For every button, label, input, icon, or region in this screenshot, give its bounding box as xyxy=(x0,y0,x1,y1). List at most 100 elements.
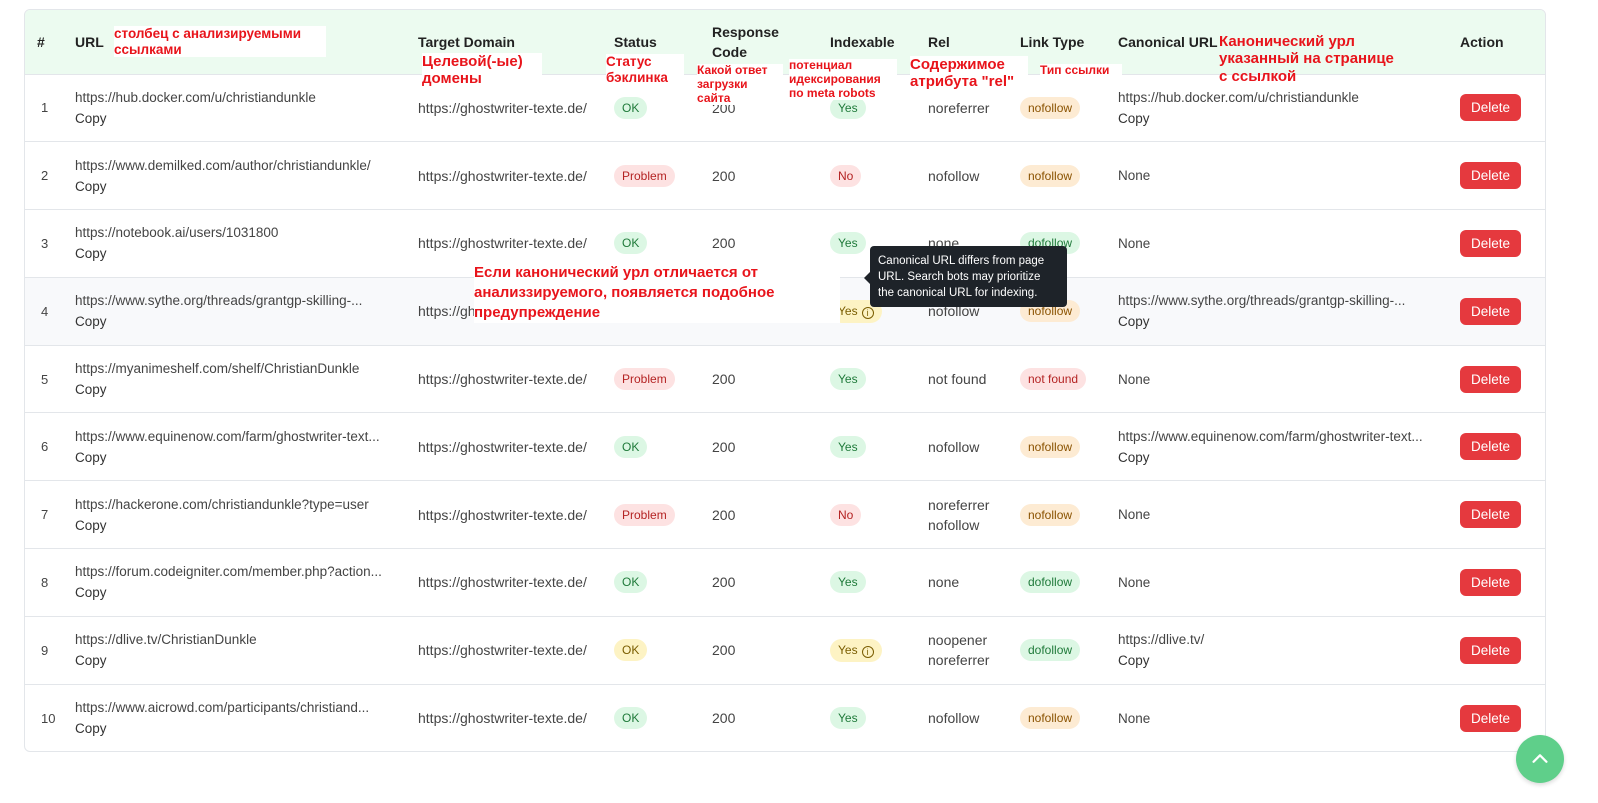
url-cell: https://hackerone.com/christiandunkle?ty… xyxy=(67,481,410,549)
rel-value: noreferrer xyxy=(928,99,990,116)
copy-canonical-button[interactable]: Copy xyxy=(1118,653,1436,668)
copy-url-button[interactable]: Copy xyxy=(75,314,396,329)
url-cell: https://www.demilked.com/author/christia… xyxy=(67,142,410,210)
delete-button[interactable]: Delete xyxy=(1460,568,1522,596)
status-badge: OK xyxy=(614,571,648,594)
delete-button[interactable]: Delete xyxy=(1460,433,1522,461)
annotation-canonical-column: Канонический урл указанный на странице с… xyxy=(1219,33,1394,85)
status-badge: OK xyxy=(614,639,648,662)
indexable-cell: Yes xyxy=(822,549,920,617)
delete-button[interactable]: Delete xyxy=(1460,365,1522,393)
delete-button[interactable]: Delete xyxy=(1460,229,1522,257)
row-number: 6 xyxy=(41,439,49,455)
delete-button[interactable]: Delete xyxy=(1460,636,1522,664)
url-link[interactable]: https://hub.docker.com/u/christiandunkle xyxy=(75,90,396,105)
status-badge: Problem xyxy=(614,503,675,526)
copy-canonical-button[interactable]: Copy xyxy=(1118,111,1436,126)
canonical-url-text: https://hub.docker.com/u/christiandunkle xyxy=(1118,89,1359,105)
indexable-label: Yes xyxy=(838,711,858,726)
link-type-cell: nofollow xyxy=(1012,413,1110,481)
target-domain-cell: https://ghostwriter-texte.de/ xyxy=(418,574,587,591)
canonical-url-cell: None xyxy=(1110,684,1452,751)
copy-canonical-button[interactable]: Copy xyxy=(1118,314,1436,329)
canonical-url-text: None xyxy=(1118,371,1151,387)
url-link[interactable]: https://forum.codeigniter.com/member.php… xyxy=(75,564,396,579)
delete-button[interactable]: Delete xyxy=(1460,297,1522,325)
rel-value: nofollow xyxy=(928,710,980,727)
scroll-to-top-button[interactable] xyxy=(1516,735,1564,783)
canonical-url-cell: None xyxy=(1110,345,1452,413)
delete-button[interactable]: Delete xyxy=(1460,704,1522,732)
action-cell: Delete xyxy=(1452,210,1545,278)
table-row: 10 https://www.aicrowd.com/participants/… xyxy=(25,684,1545,751)
rel-cell: nofollow xyxy=(920,684,1012,751)
row-number: 9 xyxy=(41,642,49,658)
status-badge: OK xyxy=(614,96,648,119)
indexable-cell: Yes i xyxy=(822,616,920,684)
status-cell: OK xyxy=(606,684,704,751)
delete-button[interactable]: Delete xyxy=(1460,162,1522,190)
url-cell: https://myanimeshelf.com/shelf/Christian… xyxy=(67,345,410,413)
status-cell: Problem xyxy=(606,142,704,210)
response-code-cell: 200 xyxy=(712,574,736,591)
delete-button[interactable]: Delete xyxy=(1460,94,1522,122)
copy-url-button[interactable]: Copy xyxy=(75,653,396,668)
canonical-url-text: https://www.sythe.org/threads/grantgp-sk… xyxy=(1118,293,1406,309)
rel-value: not found xyxy=(928,371,987,388)
link-type-badge: nofollow xyxy=(1020,503,1081,526)
indexable-badge: Yes xyxy=(830,707,866,730)
indexable-badge: No xyxy=(830,503,862,526)
header-action: Action xyxy=(1460,33,1504,50)
status-cell: Problem xyxy=(606,345,704,413)
url-link[interactable]: https://www.aicrowd.com/participants/chr… xyxy=(75,700,396,715)
url-link[interactable]: https://hackerone.com/christiandunkle?ty… xyxy=(75,497,396,512)
url-link[interactable]: https://www.equinenow.com/farm/ghostwrit… xyxy=(75,429,396,444)
delete-button[interactable]: Delete xyxy=(1460,501,1522,529)
url-link[interactable]: https://www.demilked.com/author/christia… xyxy=(75,158,396,173)
response-code-cell: 200 xyxy=(712,371,736,388)
annotation-status-column: Статус бэклинка xyxy=(606,54,684,86)
canonical-url-cell: None xyxy=(1110,210,1452,278)
copy-url-button[interactable]: Copy xyxy=(75,518,396,533)
link-type-badge: not found xyxy=(1020,368,1087,391)
url-link[interactable]: https://notebook.ai/users/1031800 xyxy=(75,225,396,240)
target-domain-cell: https://ghostwriter-texte.de/ xyxy=(418,506,587,523)
annotation-warning-note: Если канонический урл отличается от анал… xyxy=(474,263,840,323)
action-cell: Delete xyxy=(1452,345,1545,413)
target-domain-cell: https://ghostwriter-texte.de/ xyxy=(418,371,587,388)
indexable-badge: No xyxy=(830,164,862,187)
indexable-label: Yes xyxy=(838,372,858,387)
copy-url-button[interactable]: Copy xyxy=(75,585,396,600)
status-cell: Problem xyxy=(606,481,704,549)
link-type-cell: not found xyxy=(1012,345,1110,413)
rel-cell: noreferrer nofollow xyxy=(920,481,1012,549)
action-cell: Delete xyxy=(1452,74,1545,142)
table-row: 7 https://hackerone.com/christiandunkle?… xyxy=(25,480,1545,549)
indexable-badge: Yes xyxy=(830,435,866,458)
url-cell: https://www.aicrowd.com/participants/chr… xyxy=(67,684,410,751)
indexable-label: Yes xyxy=(838,236,858,251)
url-cell: https://www.equinenow.com/farm/ghostwrit… xyxy=(67,413,410,481)
link-type-badge: dofollow xyxy=(1020,571,1081,594)
copy-canonical-button[interactable]: Copy xyxy=(1118,450,1436,465)
copy-url-button[interactable]: Copy xyxy=(75,721,396,736)
url-link[interactable]: https://dlive.tv/ChristianDunkle xyxy=(75,632,396,647)
copy-url-button[interactable]: Copy xyxy=(75,450,396,465)
info-icon[interactable]: i xyxy=(861,645,874,658)
copy-url-button[interactable]: Copy xyxy=(75,246,396,261)
url-link[interactable]: https://myanimeshelf.com/shelf/Christian… xyxy=(75,361,396,376)
indexable-badge[interactable]: Yes i xyxy=(830,638,882,662)
annotation-rel-column: Содержимое атрибута "rel" xyxy=(910,56,1028,91)
chevron-up-icon xyxy=(1532,754,1548,763)
url-link[interactable]: https://www.sythe.org/threads/grantgp-sk… xyxy=(75,293,396,308)
info-icon[interactable]: i xyxy=(861,306,874,319)
link-type-badge: nofollow xyxy=(1020,435,1081,458)
copy-url-button[interactable]: Copy xyxy=(75,111,396,126)
indexable-cell: Yes xyxy=(822,413,920,481)
annotation-link-type-column: Тип ссылки xyxy=(1040,63,1122,78)
action-cell: Delete xyxy=(1452,616,1545,684)
rel-value: noreferrer xyxy=(928,496,990,513)
copy-url-button[interactable]: Copy xyxy=(75,382,396,397)
copy-url-button[interactable]: Copy xyxy=(75,179,396,194)
status-badge: Problem xyxy=(614,368,675,391)
